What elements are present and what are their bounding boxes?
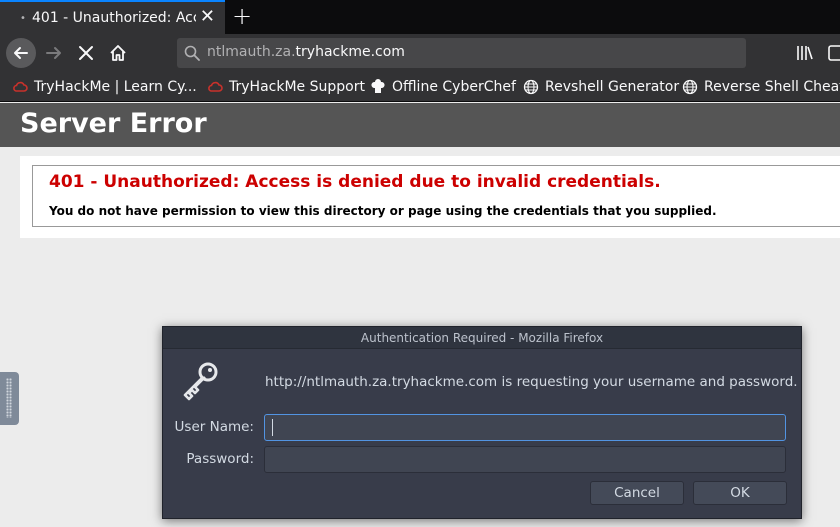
cloud-icon <box>13 81 28 92</box>
back-button[interactable] <box>6 38 36 68</box>
bookmark-label: Revshell Generator <box>545 79 680 95</box>
bookmark-label: Reverse Shell Cheat <box>704 79 840 95</box>
password-field[interactable] <box>264 446 786 473</box>
tab-active[interactable]: • 401 - Unauthorized: Access is denied ✕ <box>0 0 225 34</box>
page-title: Server Error <box>20 108 207 139</box>
stop-button[interactable] <box>78 45 94 61</box>
tab-strip: • 401 - Unauthorized: Access is denied ✕… <box>0 0 840 34</box>
error-heading: 401 - Unauthorized: Access is denied due… <box>49 172 661 192</box>
text-caret <box>272 419 273 436</box>
bookmark-reverse-shell-cheat[interactable]: Reverse Shell Cheat <box>682 78 840 96</box>
loading-dot-icon: • <box>20 12 26 24</box>
bookmark-revshell-generator[interactable]: Revshell Generator <box>523 78 679 96</box>
cloud-icon <box>208 81 223 92</box>
key-icon <box>183 362 218 401</box>
username-field[interactable] <box>264 414 786 441</box>
password-label: Password: <box>186 451 254 467</box>
url-host: tryhackme.com <box>295 44 405 60</box>
dialog-title: Authentication Required - Mozilla Firefo… <box>360 331 604 345</box>
url-text: ntlmauth.za.tryhackme.com <box>207 44 405 60</box>
dialog-message: http://ntlmauth.za.tryhackme.com is requ… <box>265 374 798 390</box>
bookmark-cyberchef[interactable]: Offline CyberChef <box>370 78 516 96</box>
chef-icon <box>371 79 385 93</box>
bookmark-tryhackme-support[interactable]: TryHackMe Support <box>207 78 365 96</box>
arrow-left-icon <box>14 47 28 59</box>
bookmark-label: Offline CyberChef <box>392 79 516 95</box>
ok-button[interactable]: OK <box>693 481 787 505</box>
content-panel: 401 - Unauthorized: Access is denied due… <box>20 156 840 238</box>
bookmark-label: TryHackMe | Learn Cy... <box>34 79 197 95</box>
bookmark-tryhackme[interactable]: TryHackMe | Learn Cy... <box>12 78 197 96</box>
grip-icon <box>6 378 12 418</box>
error-description: You do not have permission to view this … <box>49 204 717 218</box>
cancel-button[interactable]: Cancel <box>590 481 684 505</box>
error-box: 401 - Unauthorized: Access is denied due… <box>32 165 840 227</box>
close-tab-icon[interactable]: ✕ <box>200 8 215 26</box>
forward-button[interactable] <box>44 44 64 62</box>
username-label: User Name: <box>174 419 254 435</box>
url-bar[interactable]: ntlmauth.za.tryhackme.com <box>177 38 746 68</box>
bookmarks-toolbar: TryHackMe | Learn Cy... TryHackMe Suppor… <box>0 72 840 102</box>
tab-title: 401 - Unauthorized: Access is denied <box>32 10 196 26</box>
globe-icon <box>682 79 698 95</box>
globe-icon <box>523 79 539 95</box>
dialog-titlebar[interactable]: Authentication Required - Mozilla Firefo… <box>163 327 801 349</box>
home-button[interactable] <box>108 43 128 63</box>
page-header: Server Error <box>0 103 840 147</box>
new-tab-button[interactable]: + <box>232 3 252 29</box>
navigation-toolbar: ntlmauth.za.tryhackme.com <box>0 34 840 72</box>
url-prefix: ntlmauth.za. <box>207 44 296 60</box>
sidebar-toggle-icon[interactable] <box>828 45 840 61</box>
library-icon[interactable] <box>796 45 814 61</box>
search-icon <box>184 45 200 61</box>
auth-dialog: Authentication Required - Mozilla Firefo… <box>162 326 802 519</box>
side-panel-handle[interactable] <box>0 372 19 425</box>
bookmark-label: TryHackMe Support <box>229 79 365 95</box>
